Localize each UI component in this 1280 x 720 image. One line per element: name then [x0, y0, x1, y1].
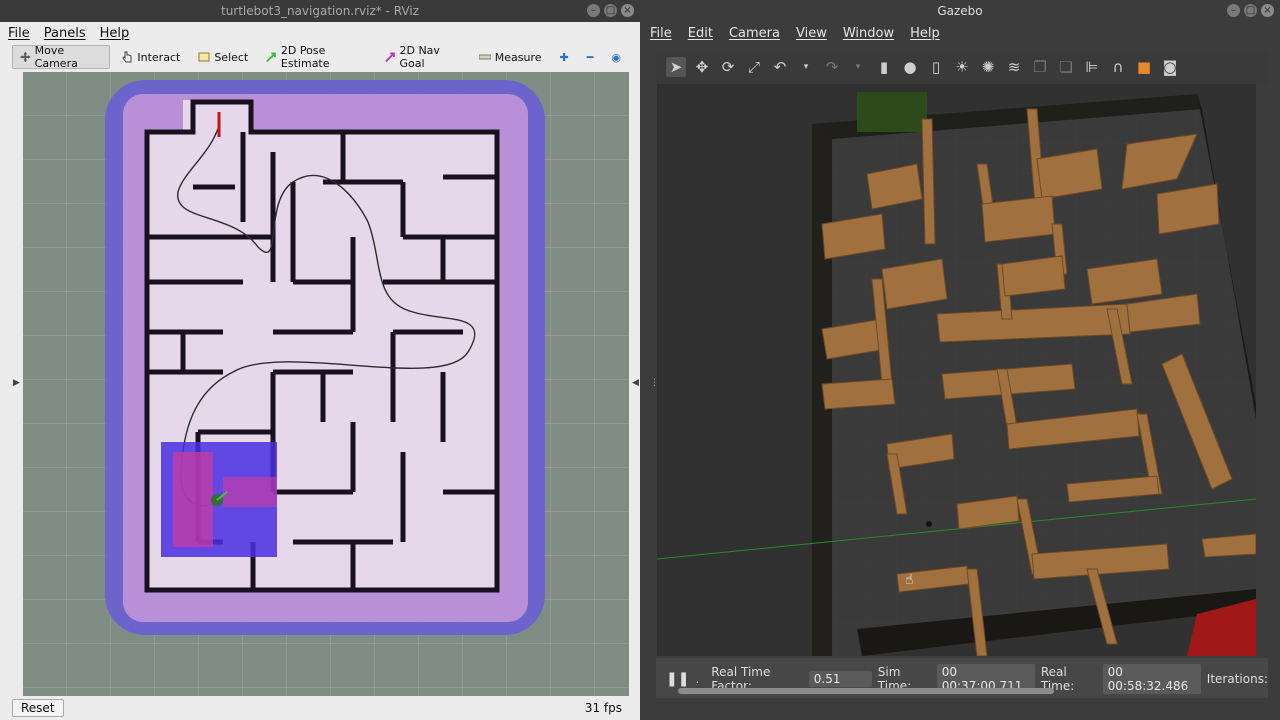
step-icon[interactable]: .	[695, 672, 699, 686]
menu-help[interactable]: Help	[100, 26, 130, 41]
redo-icon[interactable]: ↷	[822, 57, 842, 77]
menu-camera[interactable]: Camera	[729, 26, 780, 41]
left-panel-handle-icon[interactable]: ⋮	[650, 378, 659, 388]
gazebo-menubar: File Edit Camera View Window Help	[640, 22, 1280, 44]
rviz-toolbar: Move Camera Interact Select 2D Pose Esti…	[12, 44, 628, 70]
plus-icon: ✚	[559, 50, 569, 64]
rviz-title: turtlebot3_navigation.rviz* - RViz	[220, 4, 420, 18]
eye-icon: ◉	[611, 50, 621, 64]
snap-icon[interactable]: ∩	[1108, 57, 1128, 77]
maximize-button[interactable]: □	[604, 4, 617, 17]
select-label: Select	[214, 50, 249, 64]
sphere-shape-icon[interactable]: ●	[900, 57, 920, 77]
real-time-value: 00 00:58:32.486	[1102, 664, 1201, 694]
select-icon	[198, 52, 210, 62]
align-icon[interactable]: ⊫	[1082, 57, 1102, 77]
nav-goal-label: 2D Nav Goal	[399, 44, 440, 70]
undo-icon[interactable]: ↶	[770, 57, 790, 77]
close-button[interactable]: ×	[1261, 4, 1274, 17]
reset-button[interactable]: Reset	[12, 699, 64, 717]
move-camera-tool[interactable]: Move Camera	[12, 44, 111, 70]
hand-cursor-icon: ☝	[905, 572, 914, 588]
gazebo-titlebar: Gazebo – □ ×	[640, 0, 1280, 22]
menu-file[interactable]: File	[8, 26, 30, 41]
pause-icon[interactable]: ❚❚	[666, 671, 689, 687]
select-tool[interactable]: Select	[191, 46, 255, 68]
real-time-factor-value: 0.51	[808, 671, 872, 687]
translate-icon[interactable]: ✥	[692, 57, 712, 77]
interact-icon	[122, 51, 132, 63]
pose-estimate-tool[interactable]: 2D Pose Estimate	[259, 44, 374, 70]
view-options-button[interactable]: ◉	[604, 46, 628, 68]
box-shape-icon[interactable]: ▮	[874, 57, 894, 77]
menu-edit[interactable]: Edit	[688, 26, 713, 41]
gazebo-toolbar: ➤ ✥ ⟳ ⤢ ↶ ▾ ↷ ▾ ▮ ● ▯ ☀ ✺ ≋ ❐ ❏ ⊫ ∩ ■ ◙	[656, 51, 1268, 83]
redo-dropdown-icon[interactable]: ▾	[848, 57, 868, 77]
gazebo-window: Gazebo – □ × File Edit Camera View Windo…	[640, 0, 1280, 720]
rviz-3d-view[interactable]	[23, 72, 629, 696]
copy-icon[interactable]: ❐	[1030, 57, 1050, 77]
measure-label: Measure	[494, 50, 542, 64]
fps-readout: 31 fps	[584, 701, 622, 715]
paste-icon[interactable]: ❏	[1056, 57, 1076, 77]
right-panel-arrow-icon[interactable]: ◀	[632, 378, 639, 388]
measure-icon	[478, 54, 491, 60]
move-camera-label: Move Camera	[34, 44, 78, 70]
rviz-menubar: File Panels Help	[0, 22, 640, 44]
menu-panels[interactable]: Panels	[44, 26, 86, 41]
remove-tool-button[interactable]: ━	[580, 46, 601, 68]
measure-tool[interactable]: Measure	[472, 46, 549, 68]
left-panel-arrow-icon[interactable]: ▶	[13, 378, 20, 388]
interact-label: Interact	[137, 50, 181, 64]
rotate-icon[interactable]: ⟳	[718, 57, 738, 77]
nav-goal-icon	[385, 52, 395, 63]
robot-model	[926, 521, 932, 527]
rviz-statusbar: Reset 31 fps	[12, 696, 628, 720]
screenshot-icon[interactable]: ◙	[1160, 57, 1180, 77]
menu-file[interactable]: File	[650, 26, 672, 41]
add-tool-button[interactable]: ✚	[553, 46, 576, 68]
pose-estimate-label: 2D Pose Estimate	[280, 44, 330, 70]
directional-light-icon[interactable]: ≋	[1004, 57, 1024, 77]
minimize-button[interactable]: –	[1227, 4, 1240, 17]
gazebo-bottom-bar: ❚❚ . Real Time Factor: 0.51 Sim Time: 00…	[656, 658, 1268, 698]
maximize-button[interactable]: □	[1244, 4, 1257, 17]
green-object	[857, 92, 927, 132]
move-camera-icon	[20, 51, 31, 63]
pose-estimate-icon	[266, 52, 277, 63]
nav-goal-tool[interactable]: 2D Nav Goal	[378, 44, 468, 70]
gazebo-scene: ☝	[657, 84, 1256, 656]
rviz-titlebar: turtlebot3_navigation.rviz* - RViz – □ ×	[0, 0, 640, 22]
cylinder-shape-icon[interactable]: ▯	[926, 57, 946, 77]
minimize-button[interactable]: –	[587, 4, 600, 17]
spot-light-icon[interactable]: ✺	[978, 57, 998, 77]
bottom-scrollbar[interactable]	[678, 688, 1054, 694]
iterations-label: Iterations:	[1206, 672, 1268, 686]
menu-window[interactable]: Window	[843, 26, 894, 41]
select-mode-icon[interactable]: ➤	[666, 57, 686, 77]
point-light-icon[interactable]: ☀	[952, 57, 972, 77]
change-view-icon[interactable]: ■	[1134, 57, 1154, 77]
rviz-window: turtlebot3_navigation.rviz* - RViz – □ ×…	[0, 0, 640, 720]
interact-tool[interactable]: Interact	[114, 46, 187, 68]
scale-icon[interactable]: ⤢	[744, 57, 764, 77]
gazebo-3d-view[interactable]: ☝	[657, 84, 1256, 656]
minus-icon: ━	[586, 50, 594, 64]
menu-help[interactable]: Help	[910, 26, 940, 41]
close-button[interactable]: ×	[621, 4, 634, 17]
gazebo-title: Gazebo	[937, 4, 983, 18]
menu-view[interactable]: View	[796, 26, 827, 41]
undo-dropdown-icon[interactable]: ▾	[796, 57, 816, 77]
occupancy-map	[23, 72, 629, 696]
